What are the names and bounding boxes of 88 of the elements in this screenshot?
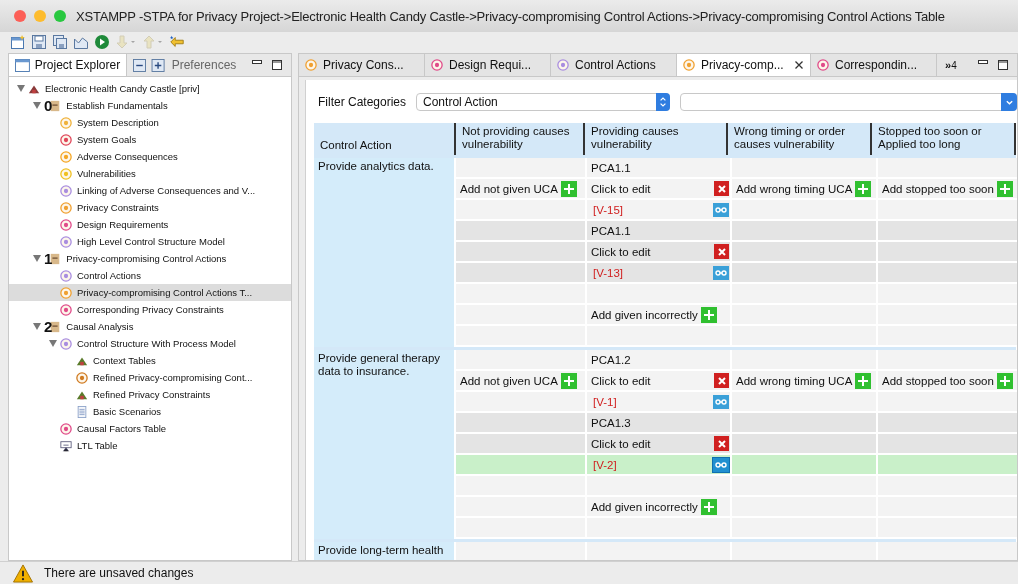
tree-item[interactable]: 1 Privacy-compromising Control Actions bbox=[9, 250, 291, 267]
category-dropdown[interactable]: Control Action bbox=[416, 93, 671, 111]
add-uca-link[interactable]: Add stopped too soon bbox=[882, 182, 994, 195]
control-action-cell: Provide long-term health bbox=[314, 542, 454, 560]
tree-item[interactable]: Corresponding Privacy Constraints bbox=[9, 301, 291, 318]
tab-label: Privacy Cons... bbox=[323, 58, 404, 72]
filter-label: Filter Categories bbox=[318, 95, 407, 109]
add-uca-link[interactable]: Add not given UCA bbox=[460, 374, 558, 387]
panel-tab[interactable]: Preferences bbox=[127, 54, 243, 76]
vulnerability-link[interactable]: [V-13] bbox=[591, 266, 624, 279]
tree-item[interactable]: Refined Privacy-compromising Cont... bbox=[9, 369, 291, 386]
uca-description[interactable]: Click to edit bbox=[591, 437, 651, 450]
tab-label: Design Requi... bbox=[449, 58, 532, 72]
add-uca-link[interactable]: Add stopped too soon bbox=[882, 374, 994, 387]
tree-item[interactable]: Linking of Adverse Consequences and V... bbox=[9, 182, 291, 199]
editor-tab[interactable]: Privacy Cons... bbox=[299, 54, 425, 76]
column-header: Stopped too soon or Applied too long bbox=[872, 123, 1016, 155]
control-action-cell: Provide general therapy data to insurance. bbox=[314, 350, 454, 539]
tree-item[interactable]: LTL Table bbox=[9, 437, 291, 454]
tree-item[interactable]: Design Requirements bbox=[9, 216, 291, 233]
window-title: XSTAMPP -STPA for Privacy Project->Electronic Health Candy Castle->Privacy-compromising Control Actions->Privacy-compromising Control Actions Table bbox=[76, 8, 945, 24]
tree-item-label: System Description bbox=[77, 117, 159, 128]
tree-item-label: Context Tables bbox=[93, 355, 156, 366]
column-header: Control Action bbox=[314, 123, 456, 155]
editor-tab[interactable]: Correspondin... bbox=[811, 54, 937, 76]
tree-item-label: Linking of Adverse Consequences and V... bbox=[77, 185, 256, 196]
tree-item-label: Adverse Consequences bbox=[77, 151, 178, 162]
tab-label: Privacy-comp... bbox=[701, 58, 784, 72]
add-uca-link[interactable]: Add not given UCA bbox=[460, 182, 558, 195]
tree-item[interactable]: System Description bbox=[9, 114, 291, 131]
tree-item-label: Design Requirements bbox=[77, 219, 169, 230]
column-header: Not providing causes vulnerability bbox=[456, 123, 585, 155]
uca-id: PCA1.1 bbox=[591, 224, 631, 237]
tree-item-label: High Level Control Structure Model bbox=[77, 236, 225, 247]
tree-item-label: Control Structure With Process Model bbox=[77, 338, 236, 349]
tree-item-label: Basic Scenarios bbox=[93, 406, 162, 417]
vulnerability-link[interactable]: [V-1] bbox=[591, 395, 617, 408]
add-uca-link[interactable]: Add given incorrectly bbox=[591, 500, 698, 513]
tree-item-label: System Goals bbox=[77, 134, 137, 145]
tree-item-label: Refined Privacy Constraints bbox=[93, 389, 211, 400]
tree-item-label: Refined Privacy-compromising Cont... bbox=[93, 372, 253, 383]
tree-item[interactable]: 0 Establish Fundamentals bbox=[9, 97, 291, 114]
tree-item-label: Vulnerabilities bbox=[77, 168, 136, 179]
tree-item[interactable]: Causal Factors Table bbox=[9, 420, 291, 437]
editor-tab[interactable]: Design Requi... bbox=[425, 54, 551, 76]
panel-tab[interactable]: Project Explorer bbox=[9, 54, 128, 76]
add-uca-link[interactable]: Add given incorrectly bbox=[591, 308, 698, 321]
column-header: Providing causes vulnerability bbox=[585, 123, 728, 155]
tree-item[interactable]: System Goals bbox=[9, 131, 291, 148]
tree-item-label: Causal Analysis bbox=[66, 321, 134, 332]
uca-description[interactable]: Click to edit bbox=[591, 182, 651, 195]
tree-item-label: Privacy-compromising Control Actions T... bbox=[77, 287, 253, 298]
tree-item-label: Privacy Constraints bbox=[77, 202, 159, 213]
add-uca-link[interactable]: Add wrong timing UCA bbox=[736, 374, 853, 387]
tree-item[interactable]: Context Tables bbox=[9, 352, 291, 369]
tree-item-label: LTL Table bbox=[77, 440, 118, 451]
tree-item[interactable]: High Level Control Structure Model bbox=[9, 233, 291, 250]
tree-item[interactable]: 2 Causal Analysis bbox=[9, 318, 291, 335]
uca-id: PCA1.3 bbox=[591, 416, 631, 429]
tab-label: Correspondin... bbox=[835, 58, 918, 72]
tree-item[interactable]: Privacy-compromising Control Actions T... bbox=[9, 284, 291, 301]
tree-item[interactable]: Electronic Health Candy Castle [priv] bbox=[9, 80, 291, 97]
tree-item[interactable]: Basic Scenarios bbox=[9, 403, 291, 420]
tree-item[interactable]: Adverse Consequences bbox=[9, 148, 291, 165]
tree-item-label: Privacy-compromising Control Actions bbox=[66, 253, 227, 264]
control-action-cell: Provide analytics data. bbox=[314, 158, 454, 347]
tree-item[interactable]: Vulnerabilities bbox=[9, 165, 291, 182]
add-uca-link[interactable]: Add wrong timing UCA bbox=[736, 182, 853, 195]
tree-item-label: Electronic Health Candy Castle [priv] bbox=[45, 83, 200, 94]
editor-tab[interactable]: Privacy-comp... bbox=[677, 54, 811, 76]
tree-item[interactable]: Refined Privacy Constraints bbox=[9, 386, 291, 403]
tree-item-label: Causal Factors Table bbox=[77, 423, 167, 434]
dropdown-value: Control Action bbox=[423, 95, 498, 109]
uca-id: PCA1.1 bbox=[591, 161, 631, 174]
uca-id: PCA1.2 bbox=[591, 353, 631, 366]
tree-item[interactable]: Privacy Constraints bbox=[9, 199, 291, 216]
tree-item-label: Corresponding Privacy Constraints bbox=[77, 304, 224, 315]
tree-item-label: Control Actions bbox=[77, 270, 141, 281]
tree-item[interactable]: Control Structure With Process Model bbox=[9, 335, 291, 352]
uca-description[interactable]: Click to edit bbox=[591, 374, 651, 387]
status-message: There are unsaved changes bbox=[44, 566, 194, 580]
vulnerability-link[interactable]: [V-2] bbox=[591, 458, 617, 471]
tab-label: Control Actions bbox=[575, 58, 656, 72]
column-header: Wrong timing or order causes vulnerability bbox=[728, 123, 872, 155]
uca-description[interactable]: Click to edit bbox=[591, 245, 651, 258]
tree-item-label: Establish Fundamentals bbox=[66, 100, 168, 111]
vulnerability-link[interactable]: [V-15] bbox=[591, 203, 624, 216]
tree-item[interactable]: Control Actions bbox=[9, 267, 291, 284]
